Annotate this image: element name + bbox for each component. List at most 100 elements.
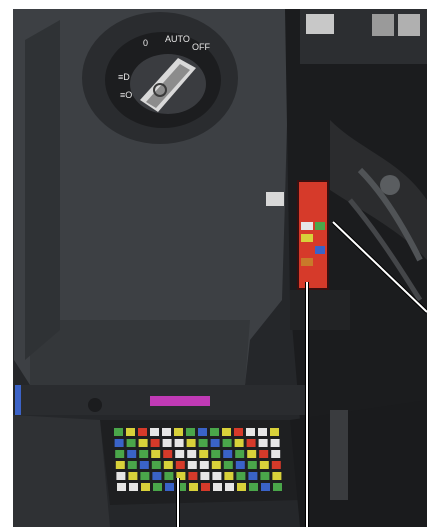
fuse-blue-a — [315, 246, 325, 254]
fuse-cell — [224, 472, 234, 480]
fuse-cell — [186, 439, 196, 447]
fuse-cell — [165, 483, 174, 491]
magenta-connector — [150, 396, 210, 406]
fuse-cell — [174, 428, 183, 436]
fuse-cell — [175, 450, 185, 458]
fuse-cell — [150, 439, 160, 447]
dashboard-fuse-photo: 0 AUTO ≡D ≡O OFF — [0, 0, 427, 527]
fuse-cell — [212, 472, 222, 480]
dash-left-edge — [25, 20, 60, 360]
fuse-cell — [117, 483, 126, 491]
fuse-cell — [199, 461, 209, 469]
upper-connector-2 — [372, 14, 394, 36]
switch-label-d: ≡D — [118, 72, 130, 82]
fuse-cell — [200, 472, 210, 480]
lower-right-floor — [290, 400, 427, 527]
fuse-cell — [225, 483, 234, 491]
side-clip — [266, 192, 284, 206]
switch-label-0: 0 — [143, 38, 148, 48]
fuse-cell — [213, 483, 222, 491]
fuse-cell — [211, 461, 221, 469]
fuse-cell — [261, 483, 270, 491]
fuse-cell — [114, 439, 124, 447]
fuse-cell — [234, 428, 243, 436]
fuse-cell — [175, 461, 185, 469]
panel-screw — [88, 398, 102, 412]
fuse-white-a — [301, 222, 313, 230]
fuse-cell — [115, 461, 125, 469]
fuse-cell — [153, 483, 162, 491]
fuse-cell — [246, 439, 256, 447]
fuse-cell — [270, 428, 279, 436]
pedal-bracket — [330, 410, 348, 500]
fuse-cell — [259, 450, 269, 458]
fuse-cell — [271, 450, 281, 458]
fuse-cell — [198, 439, 208, 447]
fuse-cell — [126, 428, 135, 436]
fuse-cell — [258, 439, 268, 447]
fuse-cell — [139, 461, 149, 469]
fuse-cell — [187, 461, 197, 469]
fuse-yellow-a — [301, 234, 313, 242]
fuse-cell — [247, 450, 257, 458]
fuse-cell — [151, 450, 161, 458]
fuse-cell — [236, 472, 246, 480]
fuse-cell — [210, 428, 219, 436]
fuse-cell — [248, 472, 258, 480]
fuse-cell — [140, 472, 150, 480]
fuse-cell — [237, 483, 246, 491]
fuse-cell — [162, 439, 172, 447]
light-switch: 0 AUTO ≡D ≡O OFF — [82, 12, 238, 144]
fuse-cell — [258, 428, 267, 436]
switch-label-off: OFF — [192, 42, 210, 52]
fuse-cell — [187, 450, 197, 458]
fuse-cell — [234, 439, 244, 447]
fuse-cell — [272, 472, 282, 480]
fuse-cell — [223, 461, 233, 469]
fuse-cell — [128, 472, 138, 480]
fuse-cell — [199, 450, 209, 458]
fuse-orange-a — [301, 258, 313, 266]
switch-label-o: ≡O — [120, 90, 132, 100]
fuse-cell — [139, 450, 149, 458]
upper-connector-3 — [398, 14, 420, 36]
fuse-cell — [210, 439, 220, 447]
fuse-cell — [198, 428, 207, 436]
upper-connector-1 — [306, 14, 334, 34]
blue-trim-edge — [15, 385, 21, 415]
strip-mount — [290, 290, 350, 330]
fuse-cell — [150, 428, 159, 436]
dash-lower-lip — [30, 320, 250, 385]
fuse-cell — [249, 483, 258, 491]
fuse-cell — [152, 472, 162, 480]
fuse-cell — [129, 483, 138, 491]
red-fuse-strip — [297, 180, 329, 290]
fuse-cell — [260, 472, 270, 480]
fuse-cell — [163, 450, 173, 458]
fuse-cell — [246, 428, 255, 436]
fuse-cell — [116, 472, 126, 480]
fuse-cell — [164, 472, 174, 480]
fuse-cell — [235, 461, 245, 469]
switch-label-auto: AUTO — [165, 34, 190, 44]
fuse-cell — [138, 439, 148, 447]
fuse-cell — [127, 450, 137, 458]
fuse-cell — [211, 450, 221, 458]
lower-left-panel — [13, 415, 110, 527]
fuse-cell — [235, 450, 245, 458]
fuse-cell — [126, 439, 136, 447]
fuse-cell — [174, 439, 184, 447]
fuse-cell — [114, 428, 123, 436]
lower-fuse-box — [90, 420, 300, 505]
fuse-cell — [247, 461, 257, 469]
fuse-cell — [138, 428, 147, 436]
fuse-cell — [162, 428, 171, 436]
fuse-cell — [222, 428, 231, 436]
fuse-cell — [271, 461, 281, 469]
fuse-cell — [222, 439, 232, 447]
fuse-green-a — [315, 222, 325, 230]
fuse-cell — [141, 483, 150, 491]
fuse-cell — [201, 483, 210, 491]
fuse-cell — [115, 450, 125, 458]
fuse-cell — [223, 450, 233, 458]
